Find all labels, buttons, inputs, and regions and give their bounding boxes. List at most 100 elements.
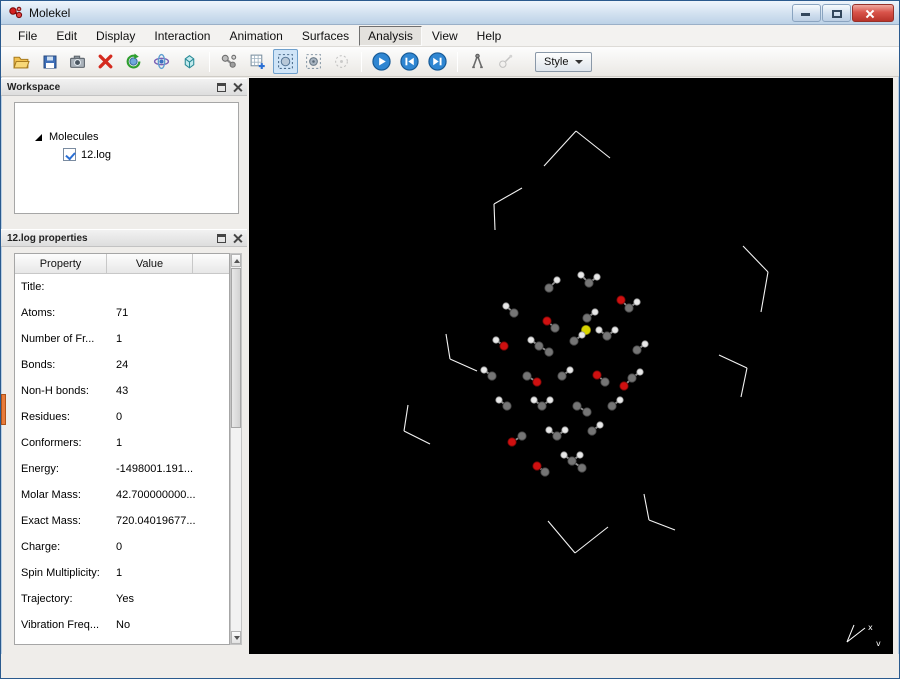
open-file-button[interactable] xyxy=(9,49,34,74)
atom-h[interactable] xyxy=(595,326,603,334)
atom-o[interactable] xyxy=(507,437,517,447)
atom-h[interactable] xyxy=(566,366,574,374)
property-row[interactable]: Residues: 0 xyxy=(15,404,229,430)
plane-settings-button[interactable] xyxy=(301,49,326,74)
menu-item-interaction[interactable]: Interaction xyxy=(145,26,219,46)
close-dock-icon[interactable] xyxy=(232,82,243,93)
property-row[interactable]: Energy: -1498001.191... xyxy=(15,456,229,482)
scroll-down-icon[interactable] xyxy=(231,631,241,644)
atom-h[interactable] xyxy=(553,276,561,284)
atom-h[interactable] xyxy=(545,426,553,434)
property-row[interactable]: Conformers: 1 xyxy=(15,430,229,456)
atom-c[interactable] xyxy=(544,283,554,293)
properties-dock-title[interactable]: 12.log properties xyxy=(1,229,247,247)
menu-item-edit[interactable]: Edit xyxy=(47,26,86,46)
close-button[interactable] xyxy=(852,4,894,22)
atom-c[interactable] xyxy=(624,303,634,313)
property-row[interactable]: Non-H bonds: 43 xyxy=(15,378,229,404)
atom-c[interactable] xyxy=(502,401,512,411)
atom-c[interactable] xyxy=(487,371,497,381)
atom-c[interactable] xyxy=(632,345,642,355)
atom-c[interactable] xyxy=(517,431,527,441)
atom-c[interactable] xyxy=(544,347,554,357)
atom-c[interactable] xyxy=(582,313,592,323)
delete-button[interactable] xyxy=(93,49,118,74)
atom-c[interactable] xyxy=(522,371,532,381)
atom-h[interactable] xyxy=(492,336,500,344)
menu-item-view[interactable]: View xyxy=(423,26,467,46)
atom-h[interactable] xyxy=(561,426,569,434)
menu-item-surfaces[interactable]: Surfaces xyxy=(293,26,358,46)
property-row[interactable]: Charge: 0 xyxy=(15,534,229,560)
atom-h[interactable] xyxy=(611,326,619,334)
column-header-value[interactable]: Value xyxy=(107,254,193,273)
atom-c[interactable] xyxy=(572,401,582,411)
property-row[interactable]: Number of Fr... 1 xyxy=(15,326,229,352)
play-animation-button[interactable] xyxy=(369,49,394,74)
column-header-property[interactable]: Property xyxy=(15,254,107,273)
tree-node-molecules[interactable]: Molecules xyxy=(15,131,238,143)
previous-frame-button[interactable] xyxy=(397,49,422,74)
atom-c[interactable] xyxy=(540,467,550,477)
atom-h[interactable] xyxy=(636,368,644,376)
property-row[interactable]: Trajectory: Yes xyxy=(15,586,229,612)
scroll-up-icon[interactable] xyxy=(231,254,241,267)
snapshot-button[interactable] xyxy=(65,49,90,74)
atom-o[interactable] xyxy=(616,295,626,305)
picking-mode-button[interactable] xyxy=(273,49,298,74)
bounding-box-button[interactable] xyxy=(177,49,202,74)
atom-o[interactable] xyxy=(532,377,542,387)
atom-h[interactable] xyxy=(633,298,641,306)
atom-h[interactable] xyxy=(546,396,554,404)
menu-item-analysis[interactable]: Analysis xyxy=(359,25,422,46)
tree-expand-icon[interactable] xyxy=(35,134,42,141)
atom-h[interactable] xyxy=(577,271,585,279)
atom-c[interactable] xyxy=(550,323,560,333)
atom-o[interactable] xyxy=(592,370,602,380)
menu-item-animation[interactable]: Animation xyxy=(220,26,291,46)
docked-tab[interactable] xyxy=(1,394,6,425)
atom-c[interactable] xyxy=(509,308,519,318)
atom-o[interactable] xyxy=(619,381,629,391)
property-row[interactable]: Spin Multiplicity: 1 xyxy=(15,560,229,586)
atom-h[interactable] xyxy=(527,336,535,344)
save-button[interactable] xyxy=(37,49,62,74)
atom-h[interactable] xyxy=(593,273,601,281)
atom-c[interactable] xyxy=(607,401,617,411)
property-row[interactable]: Bonds: 24 xyxy=(15,352,229,378)
atom-c[interactable] xyxy=(567,456,577,466)
maximize-button[interactable] xyxy=(822,4,851,22)
atom-h[interactable] xyxy=(530,396,538,404)
property-row[interactable]: Title: xyxy=(15,274,229,300)
atom-c[interactable] xyxy=(537,401,547,411)
molecule-visibility-checkbox[interactable] xyxy=(63,148,76,161)
atom-h[interactable] xyxy=(502,302,510,310)
atom-c[interactable] xyxy=(584,278,594,288)
atom-h[interactable] xyxy=(641,340,649,348)
menu-item-help[interactable]: Help xyxy=(468,26,511,46)
atom-c[interactable] xyxy=(569,336,579,346)
atom-h[interactable] xyxy=(480,366,488,374)
atom-c[interactable] xyxy=(582,407,592,417)
atom-c[interactable] xyxy=(587,426,597,436)
viewport-3d[interactable]: xv xyxy=(249,78,893,655)
property-row[interactable]: Exact Mass: 720.04019677... xyxy=(15,508,229,534)
property-row[interactable]: Atoms: 71 xyxy=(15,300,229,326)
atom-h[interactable] xyxy=(578,331,586,339)
next-frame-button[interactable] xyxy=(425,49,450,74)
measure-angle-button[interactable] xyxy=(493,49,518,74)
probe-button[interactable] xyxy=(329,49,354,74)
float-dock-icon[interactable] xyxy=(216,82,227,93)
atom-c[interactable] xyxy=(602,331,612,341)
properties-scrollbar[interactable] xyxy=(230,253,242,645)
atom-c[interactable] xyxy=(600,377,610,387)
property-row[interactable]: Vibration Freq... No xyxy=(15,612,229,638)
molecule-display-button[interactable] xyxy=(217,49,242,74)
atom-h[interactable] xyxy=(591,308,599,316)
atom-h[interactable] xyxy=(596,421,604,429)
menu-item-file[interactable]: File xyxy=(9,26,46,46)
menu-item-display[interactable]: Display xyxy=(87,26,144,46)
atom-c[interactable] xyxy=(534,341,544,351)
atom-o[interactable] xyxy=(542,316,552,326)
atom-c[interactable] xyxy=(552,431,562,441)
